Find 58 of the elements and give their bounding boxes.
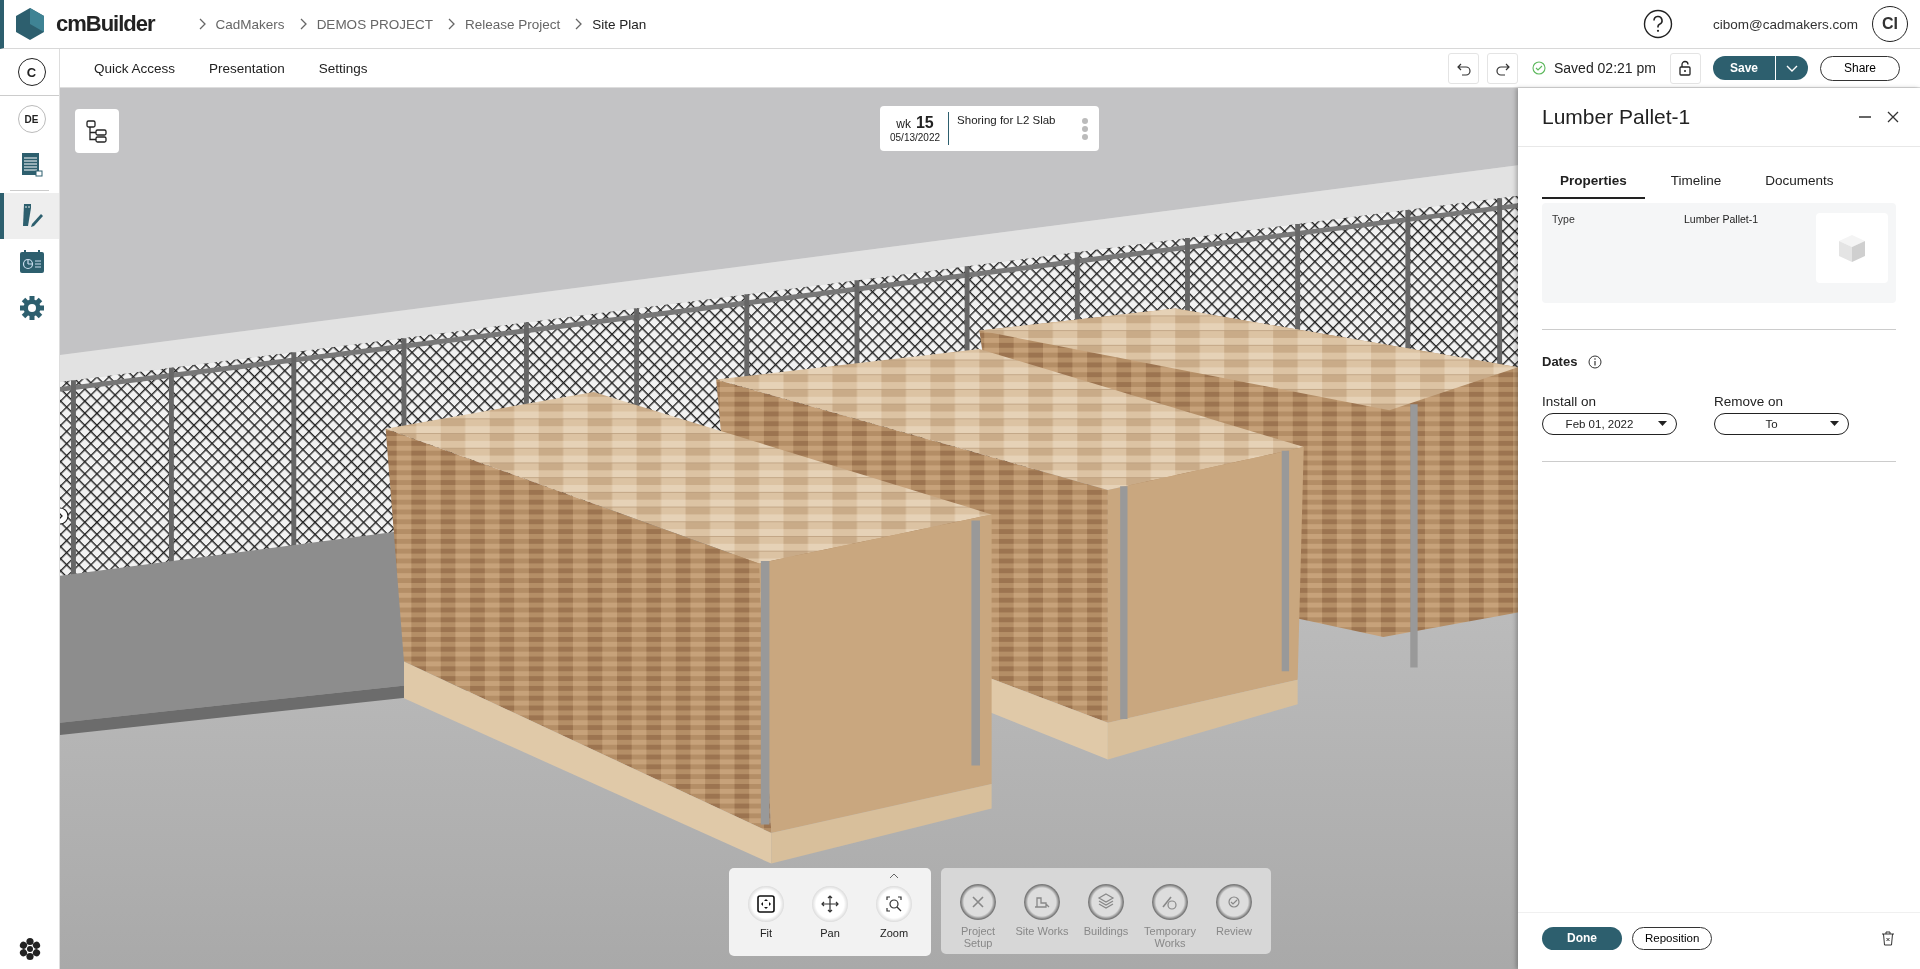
task-name: Shoring for L2 Slab [957, 114, 1057, 126]
reposition-button[interactable]: Reposition [1632, 926, 1713, 950]
week-number: 15 [915, 114, 934, 132]
delete-button[interactable] [1880, 929, 1896, 947]
dropdown-triangle-icon [1830, 421, 1839, 426]
panel-tab[interactable]: Documents [1747, 169, 1852, 199]
dropdown-triangle-icon [1658, 421, 1667, 426]
flower-logo-icon[interactable] [17, 937, 42, 961]
breadcrumb-link[interactable]: Release Project [464, 16, 561, 32]
calendar-chart-icon [17, 248, 46, 276]
zoom-frame-icon [884, 894, 904, 914]
date-dropdown[interactable]: Feb 01, 2022 [1542, 413, 1677, 435]
save-status: Saved 02:21 pm [1554, 60, 1656, 76]
done-button[interactable]: Done [1542, 926, 1622, 950]
panel-tab[interactable]: Timeline [1652, 169, 1740, 199]
date-dropdown[interactable]: To [1714, 413, 1849, 435]
hierarchy-icon [85, 119, 109, 143]
cube-icon [1836, 232, 1868, 264]
lock-button[interactable] [1669, 52, 1701, 84]
help-icon[interactable] [1643, 9, 1673, 39]
property-label: Type [1552, 213, 1576, 227]
breadcrumb-link[interactable]: Site Plan [592, 16, 647, 32]
close-icon [1886, 110, 1900, 124]
timeline-card[interactable]: wk 15 05/13/2022 Shoring for L2 Slab [880, 106, 1099, 151]
redo-button[interactable] [1487, 52, 1518, 84]
section-title: Dates [1542, 354, 1578, 369]
trash-icon [1880, 929, 1896, 947]
field-label: Install on [1542, 394, 1598, 409]
breadcrumb-link[interactable]: CadMakers [215, 16, 285, 32]
week-date: 05/13/2022 [890, 132, 941, 143]
chevron-up-icon[interactable] [889, 872, 899, 880]
view-tool-button[interactable]: Fit [739, 886, 793, 956]
field-label: Remove on [1714, 394, 1785, 409]
saved-check-icon [1532, 61, 1546, 75]
logo-icon[interactable] [14, 7, 46, 41]
sidebar-item[interactable] [0, 193, 59, 239]
fit-view-icon [756, 894, 776, 914]
user-email: cibom@cadmakers.com [1713, 16, 1858, 32]
chevron-right-icon [573, 17, 584, 31]
tree-view-button[interactable] [75, 109, 119, 153]
share-button[interactable]: Share [1820, 55, 1900, 81]
breadcrumb-link[interactable]: DEMOS PROJECT [316, 16, 433, 32]
panel-tab[interactable]: Properties [1542, 169, 1645, 199]
view-tool-button[interactable]: Zoom [867, 886, 921, 956]
undo-button[interactable] [1448, 52, 1479, 84]
unlocked-padlock-icon [1677, 60, 1694, 76]
settings-icon [17, 294, 46, 322]
info-icon[interactable] [1588, 354, 1603, 369]
view-tool-button[interactable]: Pan [803, 886, 857, 956]
panel-title: Lumber Pallet-1 [1542, 105, 1692, 129]
menu-item[interactable]: Quick Access [80, 60, 190, 76]
menu-item[interactable]: Presentation [195, 60, 299, 76]
close-button[interactable] [1886, 110, 1900, 124]
week-label: wk [896, 117, 911, 131]
menu-item[interactable]: Settings [304, 60, 382, 76]
property-value: Lumber Pallet-1 [1684, 213, 1760, 227]
app-name: cmBuilder [56, 11, 155, 37]
move-arrows-icon [820, 894, 840, 914]
